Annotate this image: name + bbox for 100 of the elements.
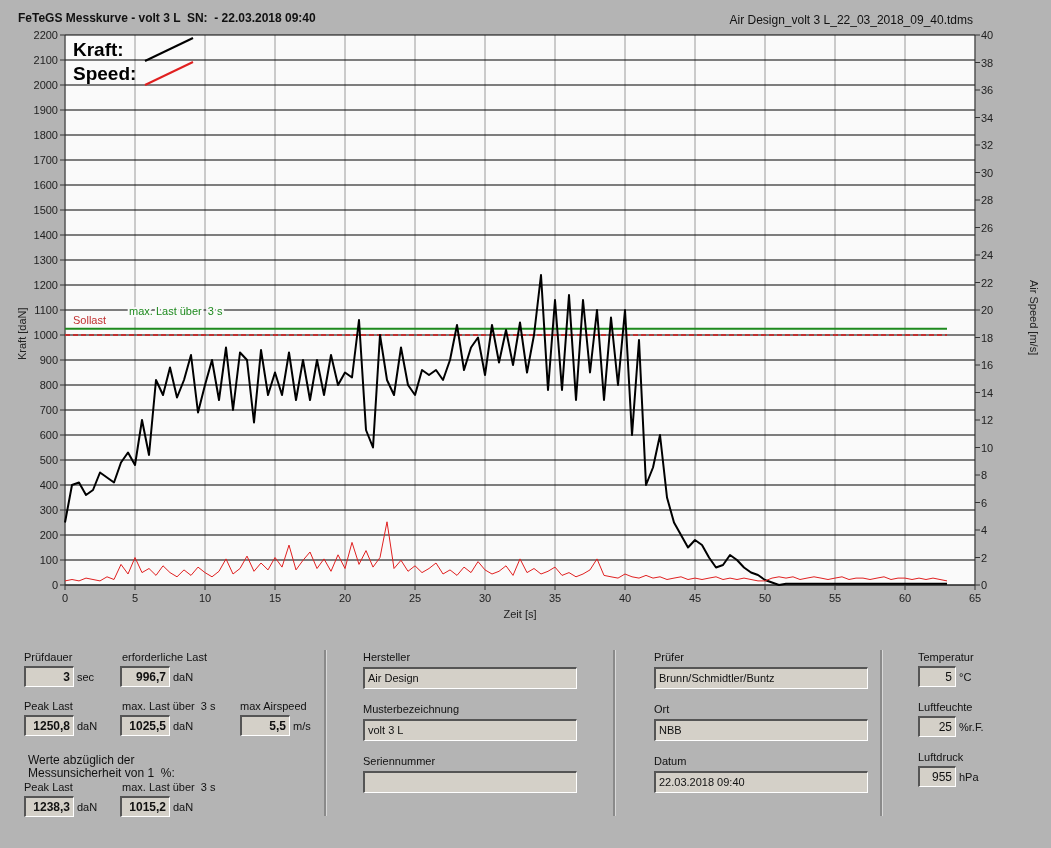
field-label: erforderliche Last: [121, 650, 208, 664]
chart-title: FeTeGS Messkurve - volt 3 L SN: - 22.03.2018 09:40: [18, 11, 316, 25]
threshold-label: Sollast: [73, 314, 107, 326]
value-field: 5: [918, 666, 956, 687]
field-label: max. Last über 3 s: [121, 699, 217, 713]
tick-label: 16: [981, 359, 994, 371]
tick-label: 22: [981, 276, 994, 289]
value-field: 3: [24, 666, 74, 687]
tick-label: 55: [828, 592, 842, 604]
tick-label: 2000: [33, 79, 58, 91]
tick-label: 10: [198, 592, 212, 604]
tick-label: 40: [981, 29, 994, 41]
tick-label: 0: [981, 579, 988, 591]
legend-label: Kraft:: [73, 39, 124, 60]
tick-label: 5: [131, 592, 139, 604]
field-label: Temperatur: [918, 650, 975, 664]
tick-label: 28: [981, 194, 994, 206]
tick-label: 1800: [33, 129, 58, 141]
value-field: 1250,8: [24, 715, 74, 736]
tick-label: 800: [39, 379, 58, 391]
field-label: Seriennummer: [363, 754, 437, 768]
tick-label: 1000: [33, 329, 58, 341]
unit-label: %r.F.: [959, 720, 984, 733]
field-label: max Airspeed: [240, 699, 308, 713]
tick-label: 700: [39, 404, 58, 416]
unit-label: daN: [77, 719, 98, 732]
value-field: 955: [918, 766, 956, 787]
value-field: 1238,3: [24, 796, 74, 817]
value-field: 1025,5: [120, 715, 170, 736]
field-label: Hersteller: [363, 650, 412, 664]
tick-label: 200: [39, 529, 58, 541]
field-label: Prüfer: [654, 650, 685, 664]
tick-label: 18: [981, 331, 994, 344]
unit-label: daN: [173, 800, 194, 813]
tick-label: 38: [981, 56, 994, 69]
tick-label: 1700: [33, 154, 58, 166]
tick-label: 40: [618, 592, 632, 604]
field-label: max. Last über 3 s: [121, 780, 217, 794]
axis-label: Kraft [daN]: [16, 307, 28, 360]
unit-label: °C: [959, 670, 972, 683]
field-label: Luftdruck: [918, 750, 965, 764]
tick-label: 300: [39, 504, 58, 516]
unit-label: daN: [173, 719, 194, 732]
tick-label: 2: [981, 551, 988, 564]
tick-label: 24: [981, 249, 994, 261]
tick-label: 30: [478, 592, 492, 604]
tick-label: 0: [51, 579, 58, 591]
tick-label: 4: [981, 524, 988, 536]
unit-label: hPa: [959, 770, 979, 783]
value-field: 996,7: [120, 666, 170, 687]
tick-label: 400: [39, 479, 58, 491]
tick-label: 26: [981, 221, 994, 234]
tick-label: 1100: [34, 304, 58, 316]
note-text: Messunsicherheit von 1 %:: [28, 767, 176, 780]
unit-label: m/s: [293, 719, 311, 732]
field-label: Prüfdauer: [24, 650, 74, 664]
tick-label: 65: [968, 592, 982, 604]
tick-label: 12: [981, 414, 994, 426]
value-field: 25: [918, 716, 956, 737]
unit-label: daN: [77, 800, 98, 813]
tick-label: 45: [688, 592, 702, 604]
tick-label: 2100: [33, 54, 58, 66]
field-label: Peak Last: [24, 699, 74, 713]
note-text: Werte abzüglich der: [28, 754, 136, 767]
legend-label: Speed:: [73, 63, 137, 84]
tick-label: 20: [981, 304, 994, 316]
tick-label: 100: [39, 554, 58, 566]
axis-label: Air Speed [m/s]: [1028, 280, 1040, 356]
unit-label: sec: [77, 670, 95, 683]
tick-label: 1200: [33, 279, 58, 291]
file-name: Air Design_volt 3 L_22_03_2018_09_40.tdms: [729, 13, 973, 27]
value-field: 5,5: [240, 715, 290, 736]
tick-label: 15: [268, 592, 282, 604]
tick-label: 36: [981, 84, 994, 96]
tick-label: 14: [981, 386, 994, 399]
tick-label: 25: [408, 592, 422, 604]
tick-label: 8: [981, 469, 988, 481]
tick-label: 30: [981, 166, 994, 179]
field-label: Datum: [654, 754, 688, 768]
value-field: 1015,2: [120, 796, 170, 817]
tick-label: 600: [39, 429, 58, 441]
field-label: Musterbezeichnung: [363, 702, 460, 716]
tick-label: 1300: [33, 254, 58, 266]
tick-label: 1600: [33, 179, 58, 191]
field-label: Ort: [654, 702, 671, 716]
tick-label: 60: [898, 592, 912, 604]
unit-label: daN: [173, 670, 194, 683]
tick-label: 10: [981, 441, 994, 454]
field-label: Luftfeuchte: [918, 700, 974, 714]
tick-label: 34: [981, 111, 994, 124]
tick-label: 1500: [33, 204, 58, 216]
field-label: Peak Last: [24, 780, 74, 794]
legend-line-icon: [144, 61, 194, 86]
tick-label: 500: [39, 454, 58, 466]
tick-label: 900: [39, 354, 58, 366]
tick-label: 1400: [33, 229, 58, 241]
tick-label: 35: [548, 592, 562, 604]
tick-label: 50: [758, 592, 772, 604]
tick-label: 2200: [33, 29, 58, 41]
tick-label: 32: [981, 139, 994, 151]
